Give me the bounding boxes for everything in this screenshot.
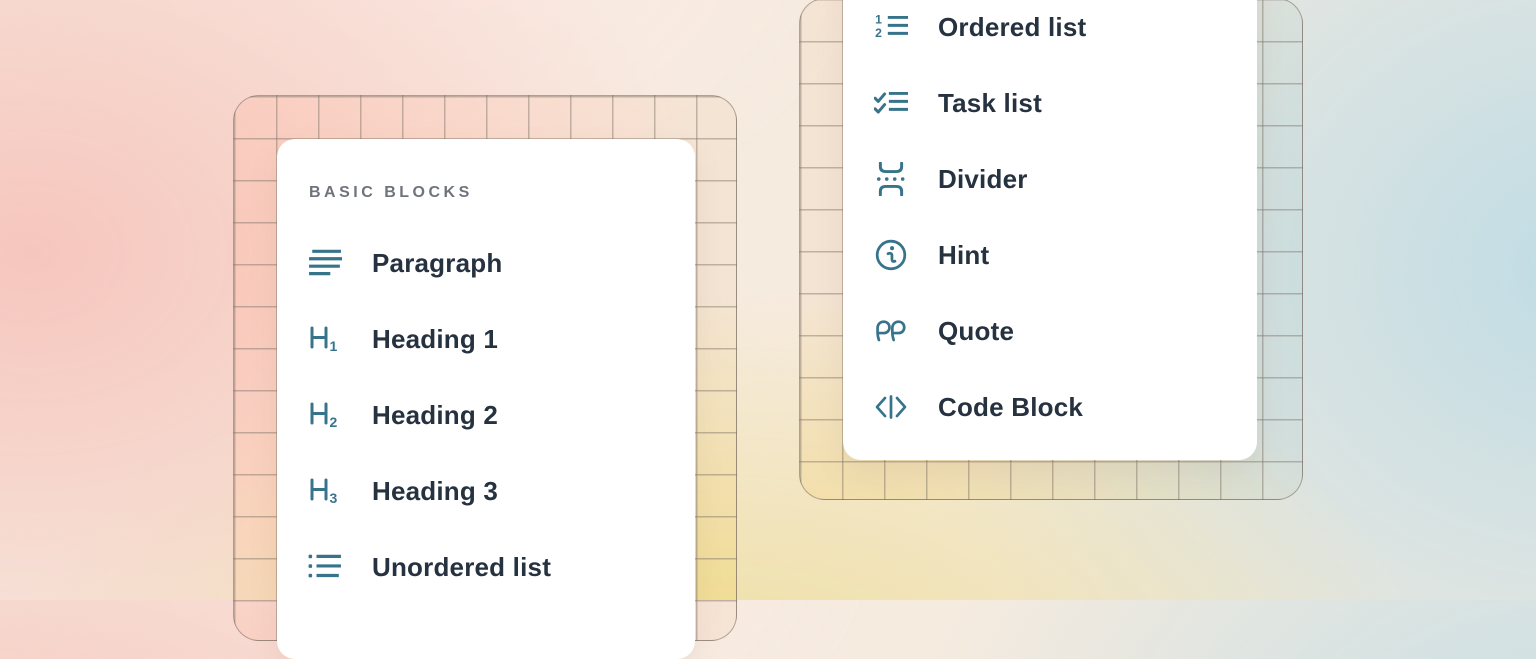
menu-item-task-list[interactable]: Task list: [843, 65, 1257, 141]
menu-item-label: Heading 2: [372, 400, 498, 431]
menu-item-heading-3[interactable]: 3 Heading 3: [277, 453, 695, 529]
menu-item-ordered-list[interactable]: 12 Ordered list: [843, 0, 1257, 65]
menu-item-heading-1[interactable]: 1 Heading 1: [277, 301, 695, 377]
unordered-list-icon: [307, 549, 343, 585]
svg-text:2: 2: [330, 414, 338, 430]
menu-item-label: Unordered list: [372, 552, 551, 583]
ordered-list-icon: 12: [873, 9, 909, 45]
advanced-blocks-menu-card: 12 Ordered list Task list Divider Hint Quote C…: [843, 0, 1257, 460]
menu-item-label: Paragraph: [372, 248, 502, 279]
heading-1-icon: 1: [307, 321, 343, 357]
basic-blocks-section-title: BASIC BLOCKS: [309, 183, 695, 203]
menu-item-paragraph[interactable]: Paragraph: [277, 225, 695, 301]
basic-blocks-menu-list: Paragraph 1 Heading 1 2 Heading 2 3 Heading 3 U…: [277, 225, 695, 605]
menu-item-label: Hint: [938, 240, 989, 271]
menu-item-hint[interactable]: Hint: [843, 217, 1257, 293]
hint-icon: [873, 237, 909, 273]
heading-2-icon: 2: [307, 397, 343, 433]
menu-item-code-block[interactable]: Code Block: [843, 369, 1257, 445]
svg-text:2: 2: [875, 26, 882, 40]
menu-item-quote[interactable]: Quote: [843, 293, 1257, 369]
paragraph-icon: [307, 245, 343, 281]
menu-item-label: Ordered list: [938, 12, 1086, 43]
advanced-blocks-menu-list: 12 Ordered list Task list Divider Hint Quote C…: [843, 0, 1257, 445]
svg-text:3: 3: [330, 490, 338, 506]
menu-item-label: Heading 1: [372, 324, 498, 355]
menu-item-label: Heading 3: [372, 476, 498, 507]
quote-icon: [873, 313, 909, 349]
svg-text:1: 1: [330, 338, 338, 354]
svg-text:1: 1: [875, 12, 882, 26]
code-block-icon: [873, 389, 909, 425]
menu-item-label: Quote: [938, 316, 1014, 347]
menu-item-label: Task list: [938, 88, 1042, 119]
menu-item-divider[interactable]: Divider: [843, 141, 1257, 217]
divider-icon: [873, 161, 909, 197]
menu-item-unordered-list[interactable]: Unordered list: [277, 529, 695, 605]
basic-blocks-menu-card: BASIC BLOCKS Paragraph 1 Heading 1 2 Heading…: [277, 139, 695, 659]
menu-item-heading-2[interactable]: 2 Heading 2: [277, 377, 695, 453]
menu-item-label: Divider: [938, 164, 1028, 195]
menu-item-label: Code Block: [938, 392, 1083, 423]
heading-3-icon: 3: [307, 473, 343, 509]
task-list-icon: [873, 85, 909, 121]
